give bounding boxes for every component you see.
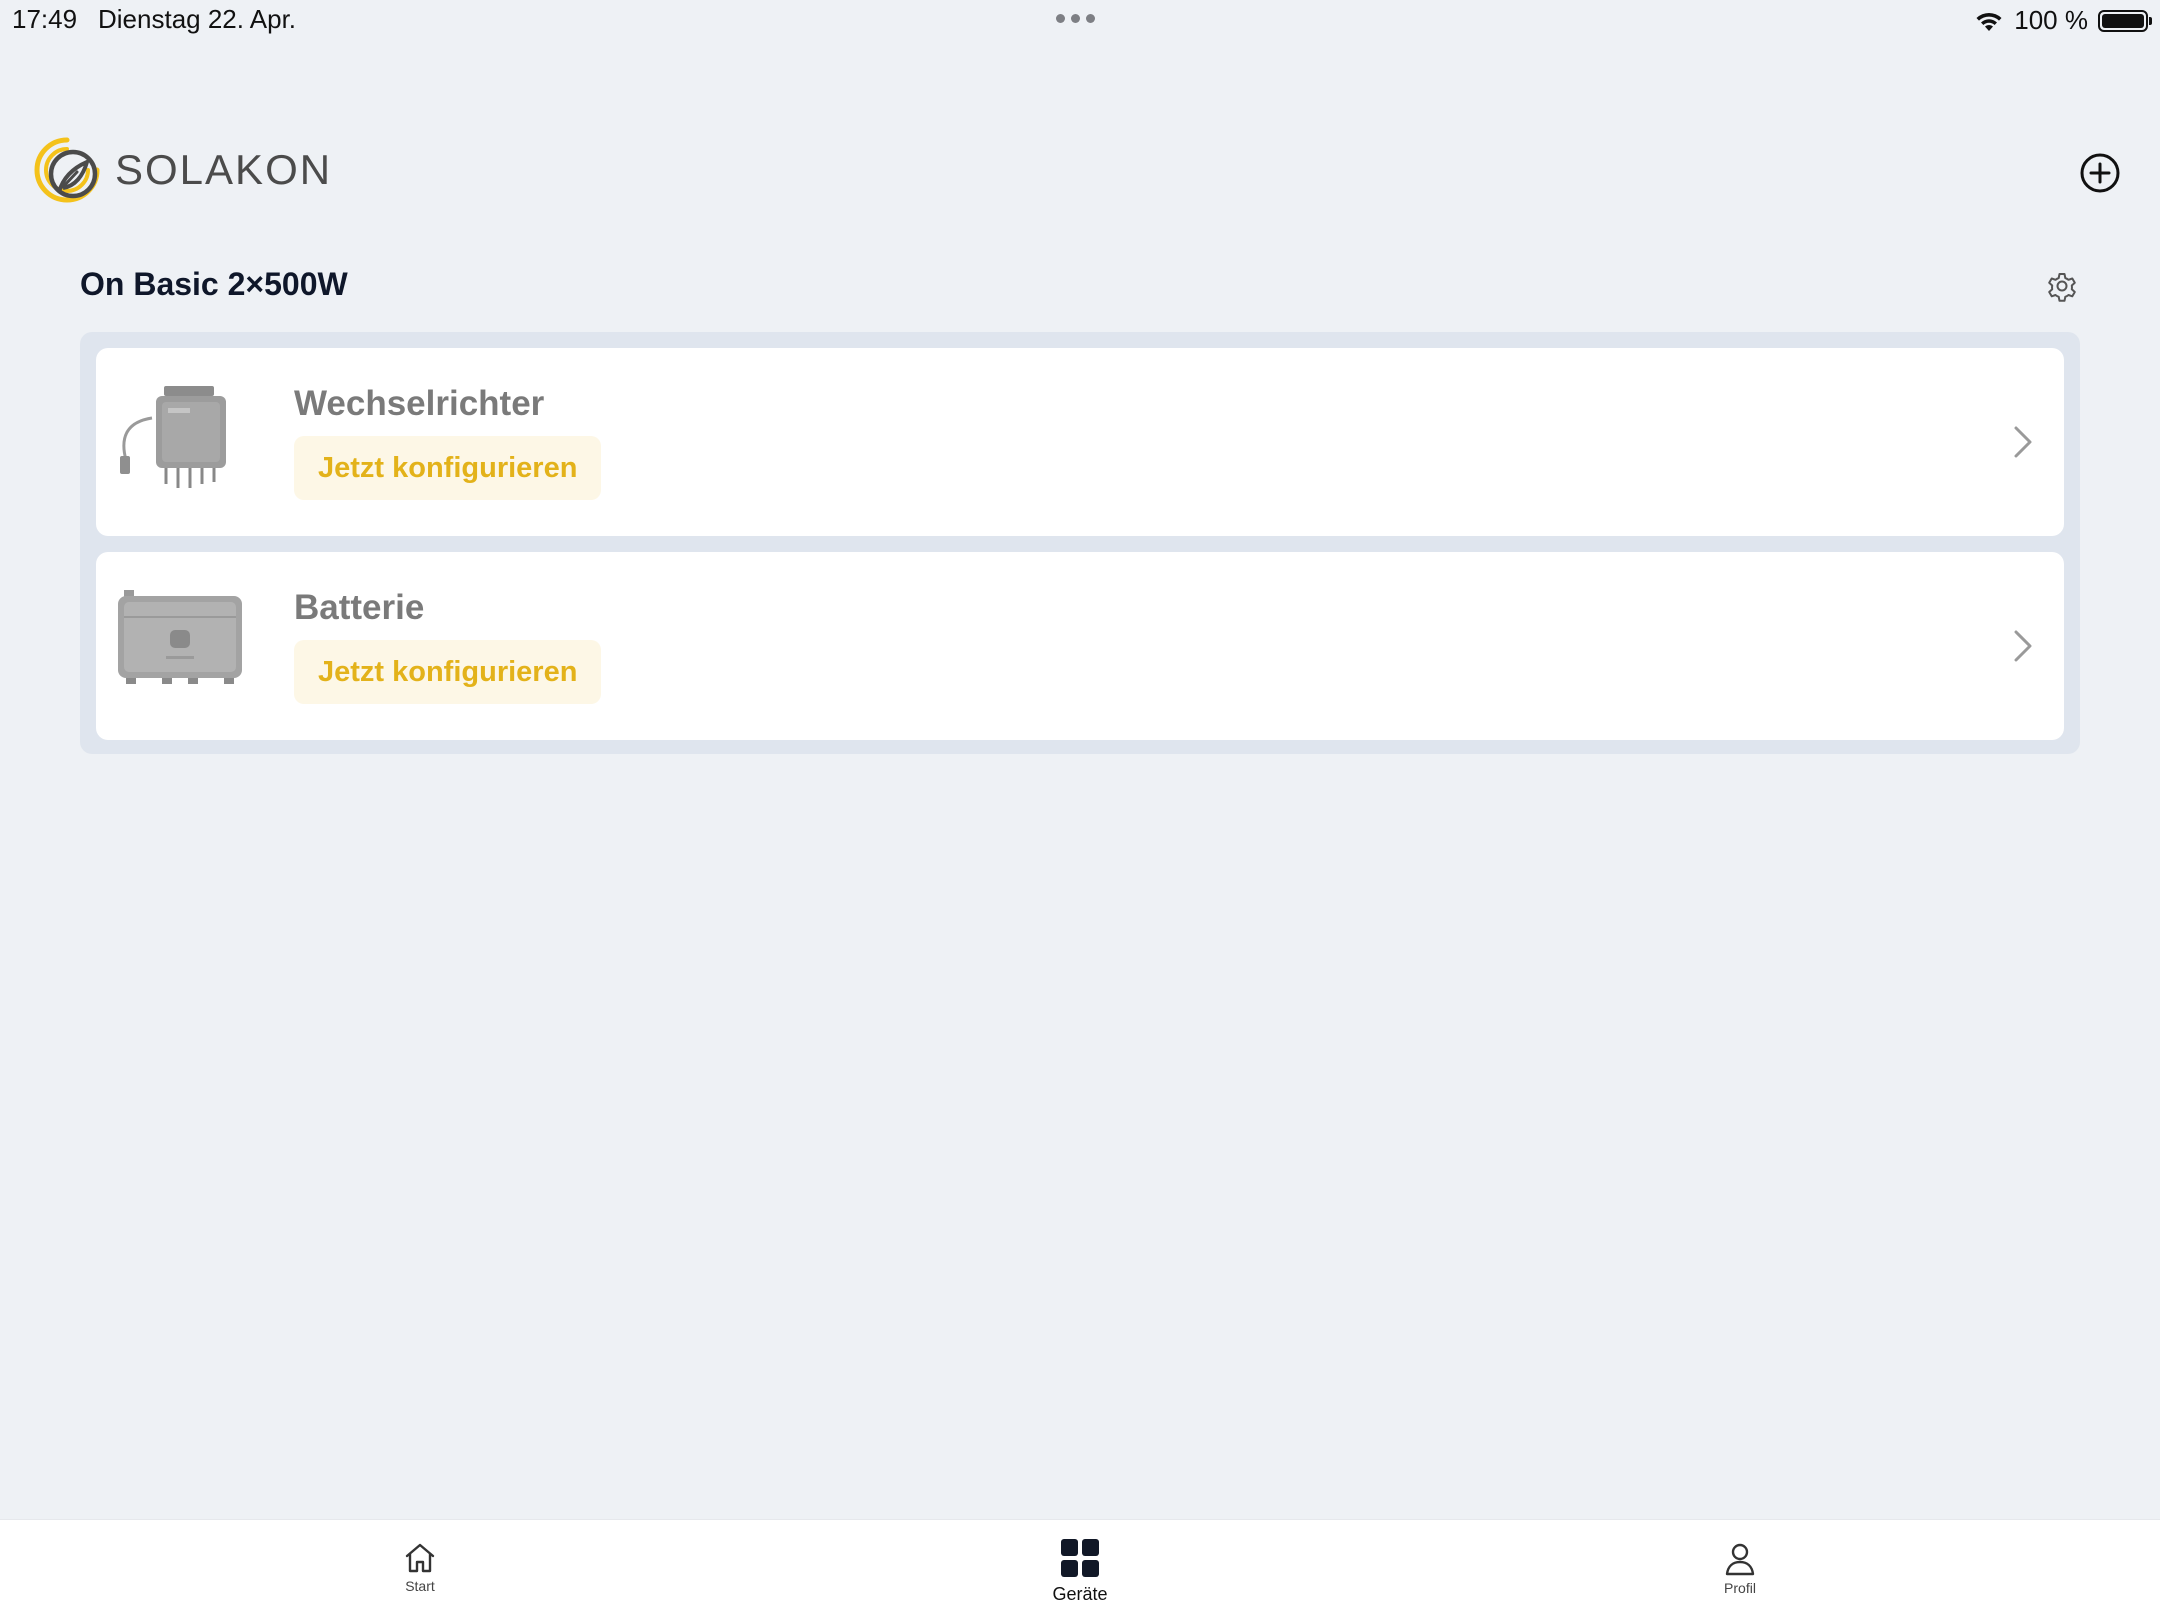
brand: SOLAKON — [33, 136, 332, 204]
plus-circle-icon[interactable] — [2079, 152, 2121, 194]
solakon-logo-icon — [34, 137, 100, 203]
person-icon — [1725, 1543, 1755, 1576]
device-card-batterie[interactable]: Batterie Jetzt konfigurieren — [96, 552, 2064, 740]
wifi-icon — [1976, 12, 2002, 31]
system-title: On Basic 2×500W — [80, 266, 348, 302]
tab-geraete[interactable]: Geräte — [1010, 1520, 1150, 1620]
chevron-right-icon — [2014, 426, 2032, 458]
battery-icon — [2098, 9, 2152, 32]
gear-icon[interactable] — [2044, 268, 2080, 304]
status-bar: 17:49 Dienstag 22. Apr. 100 % — [0, 0, 2160, 40]
tab-start[interactable]: Start — [350, 1520, 490, 1620]
tab-profil[interactable]: Profil — [1670, 1520, 1810, 1620]
status-time: 17:49 — [12, 4, 78, 34]
home-icon — [405, 1543, 435, 1573]
tab-bar: Start Geräte Profil — [0, 1519, 2160, 1620]
status-date: Dienstag 22. Apr. — [98, 4, 297, 34]
device-list: Wechselrichter Jetzt konfigurieren Batte… — [80, 332, 2080, 754]
configure-now-button[interactable]: Jetzt konfigurieren — [294, 640, 602, 704]
battery-percentage: 100 % — [2014, 5, 2088, 35]
brand-name: SOLAKON — [115, 146, 333, 193]
tab-label: Profil — [1724, 1580, 1756, 1596]
device-name: Batterie — [294, 588, 425, 627]
device-name: Wechselrichter — [294, 384, 545, 423]
chevron-right-icon — [2014, 630, 2032, 662]
grid-icon — [1061, 1539, 1099, 1577]
tab-label: Geräte — [1052, 1584, 1108, 1604]
battery-image — [118, 590, 242, 684]
device-card-wechselrichter[interactable]: Wechselrichter Jetzt konfigurieren — [96, 348, 2064, 536]
inverter-image — [120, 386, 226, 488]
status-indicators: 100 % — [1974, 5, 2152, 36]
multitasking-dots-icon[interactable] — [1056, 14, 1095, 23]
configure-now-button[interactable]: Jetzt konfigurieren — [294, 436, 602, 500]
tab-label: Start — [405, 1578, 435, 1594]
